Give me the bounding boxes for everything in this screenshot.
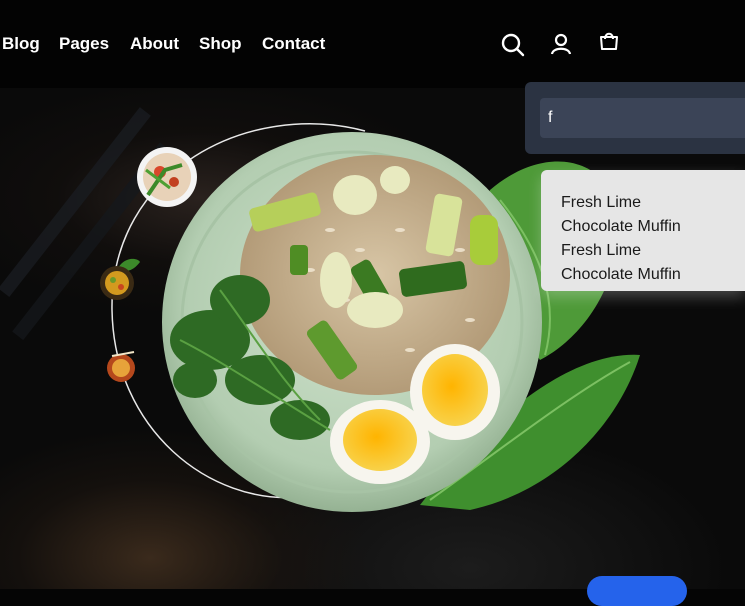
suggestion-item[interactable]: Fresh Lime xyxy=(561,239,745,263)
chopsticks-decor xyxy=(0,107,171,341)
suggestion-item[interactable]: Chocolate Muffin xyxy=(561,263,745,287)
nav-link-shop[interactable]: Shop xyxy=(199,34,242,54)
top-navigation: Blog Pages About Shop Contact xyxy=(0,0,745,88)
curry-bowl-thumbnail[interactable] xyxy=(100,258,140,300)
nav-link-contact[interactable]: Contact xyxy=(262,34,325,54)
search-icon[interactable] xyxy=(501,33,525,62)
cta-button[interactable] xyxy=(587,576,687,606)
search-suggestions: Fresh Lime Chocolate Muffin Fresh Lime C… xyxy=(541,170,745,291)
nav-link-about[interactable]: About xyxy=(130,34,179,54)
suggestion-item[interactable]: Chocolate Muffin xyxy=(561,215,745,239)
user-icon[interactable] xyxy=(550,33,572,60)
search-input[interactable] xyxy=(540,98,745,138)
noodle-bowl-thumbnail[interactable] xyxy=(107,351,135,382)
nav-link-blog[interactable]: Blog xyxy=(2,34,40,54)
salad-bowl-thumbnail[interactable] xyxy=(137,147,197,207)
suggestion-item[interactable]: Fresh Lime xyxy=(561,191,745,215)
nav-link-pages[interactable]: Pages xyxy=(59,34,109,54)
boiled-egg xyxy=(330,400,430,484)
shopping-bag-icon[interactable] xyxy=(598,31,620,56)
